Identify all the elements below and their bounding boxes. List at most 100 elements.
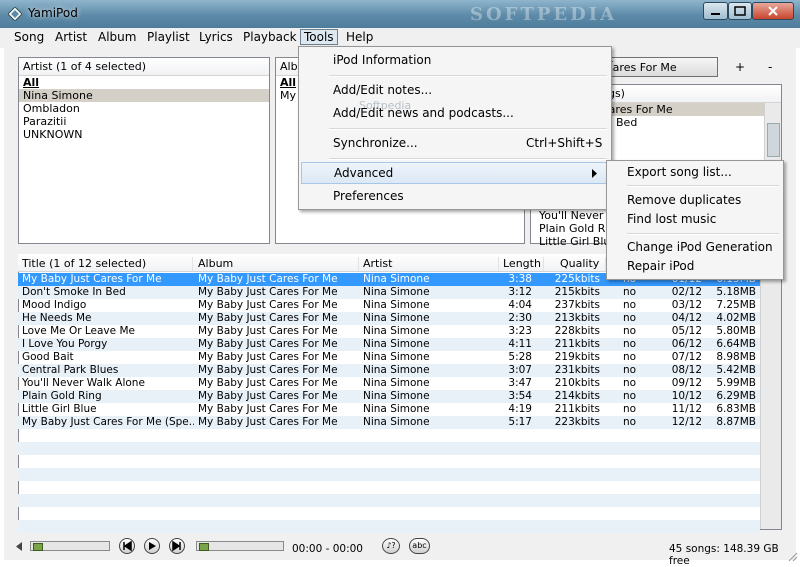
menu-playlist[interactable]: Playlist (147, 30, 190, 44)
resize-grip-icon (788, 552, 798, 562)
scroll-thumb[interactable] (767, 123, 780, 157)
cell-track: 12/12 (671, 416, 702, 428)
col-artist[interactable]: Artist (363, 257, 499, 271)
table-row[interactable]: My Baby Just Cares For Me (Spe... My Baby… (18, 416, 760, 429)
menu-separator (627, 233, 779, 235)
cell-track: 11/12 (671, 403, 702, 415)
synchronize-shortcut: Ctrl+Shift+S (526, 136, 603, 150)
artist-panel-header[interactable]: Artist (1 of 4 selected) (19, 58, 269, 76)
cell-title: Central Park Blues (22, 364, 119, 376)
table-row[interactable]: Love Me Or Leave Me My Baby Just Cares Fo… (18, 325, 760, 338)
cell-quality: 213kbits (554, 312, 600, 324)
menu-item-add-edit-news[interactable]: Add/Edit news and podcasts... (299, 102, 611, 124)
menu-item-preferences[interactable]: Preferences (299, 185, 611, 207)
col-title[interactable]: Title (1 of 12 selected) (22, 257, 193, 271)
table-row[interactable]: Central Park Blues My Baby Just Cares For… (18, 364, 760, 377)
col-length[interactable]: Length (503, 257, 544, 271)
playlist-combo[interactable]: Cares For Me (598, 57, 718, 77)
cell-flag: no (623, 299, 637, 311)
menu-item-find-lost-music[interactable]: Find lost music (607, 208, 783, 230)
cell-length: 5:28 (508, 351, 532, 363)
cell-flag: no (623, 390, 637, 402)
artist-item[interactable]: Ombladon (19, 102, 269, 115)
table-row[interactable]: He Needs Me My Baby Just Cares For Me Nina… (18, 312, 760, 325)
cell-title: You'll Never Walk Alone (22, 377, 145, 389)
menu-item-ipod-information[interactable]: iPod Information (299, 49, 611, 71)
table-row[interactable]: Don't Smoke In Bed My Baby Just Cares For… (18, 286, 760, 299)
cell-title: Love Me Or Leave Me (22, 325, 135, 337)
row-stripe (18, 468, 760, 481)
cell-artist: Nina Simone (363, 403, 430, 415)
cell-title: I Love You Porgy (22, 338, 108, 350)
play-button[interactable] (144, 538, 160, 554)
maximize-button[interactable] (728, 2, 752, 20)
songs-scrollbar[interactable] (760, 255, 781, 529)
minimize-button[interactable] (703, 2, 728, 20)
menu-artist[interactable]: Artist (55, 30, 87, 44)
cell-flag: no (623, 364, 637, 376)
previous-button[interactable] (119, 538, 135, 554)
next-button[interactable] (169, 538, 185, 554)
window-title: YamiPod (28, 6, 78, 20)
cell-size: 8.98MB (716, 351, 756, 363)
add-playlist-button[interactable]: + (735, 60, 745, 74)
minimize-icon (711, 13, 720, 15)
cell-quality: 211kbits (554, 403, 600, 415)
menu-playback[interactable]: Playback (243, 30, 297, 44)
menu-item-export-song-list[interactable]: Export song list... (607, 161, 783, 183)
cell-size: 4.02MB (716, 312, 756, 324)
slider-thumb[interactable] (33, 543, 43, 551)
cell-album: My Baby Just Cares For Me (198, 286, 338, 298)
menu-separator (329, 128, 607, 130)
cell-album: My Baby Just Cares For Me (198, 338, 338, 350)
abc-button[interactable]: abc (409, 538, 430, 554)
table-row[interactable]: Mood Indigo My Baby Just Cares For Me Nina… (18, 299, 760, 312)
table-row[interactable]: Little Girl Blue My Baby Just Cares For M… (18, 403, 760, 416)
cell-flag: no (623, 403, 637, 415)
menu-tools[interactable]: Tools (300, 29, 338, 45)
cell-flag: no (623, 325, 637, 337)
cell-album: My Baby Just Cares For Me (198, 325, 338, 337)
artist-item[interactable]: Parazitii (19, 115, 269, 128)
menu-lyrics[interactable]: Lyrics (199, 30, 233, 44)
cell-size: 5.99MB (716, 377, 756, 389)
cell-flag: no (623, 416, 637, 428)
menu-help[interactable]: Help (346, 30, 373, 44)
col-quality[interactable]: Quality (560, 257, 606, 271)
menu-album[interactable]: Album (98, 30, 136, 44)
table-row[interactable]: You'll Never Walk Alone My Baby Just Care… (18, 377, 760, 390)
col-album[interactable]: Album (198, 257, 359, 271)
artist-item[interactable]: UNKNOWN (19, 128, 269, 141)
cell-length: 2:30 (508, 312, 532, 324)
menu-item-repair-ipod[interactable]: Repair iPod (607, 255, 783, 277)
cell-track: 03/12 (671, 299, 702, 311)
artist-item[interactable]: Nina Simone (19, 89, 269, 102)
menu-item-add-edit-notes[interactable]: Add/Edit notes... (299, 79, 611, 101)
cell-flag: no (623, 286, 637, 298)
cell-length: 3:38 (508, 273, 532, 285)
cell-artist: Nina Simone (363, 312, 430, 324)
cell-title: Little Girl Blue (22, 403, 97, 415)
cell-flag: no (623, 377, 637, 389)
close-button[interactable] (752, 2, 794, 20)
seek-slider[interactable] (196, 541, 284, 551)
lyrics-button[interactable]: ♪? (382, 538, 400, 554)
cell-length: 3:12 (508, 286, 532, 298)
cell-length: 4:11 (508, 338, 532, 350)
cell-artist: Nina Simone (363, 299, 430, 311)
table-row[interactable]: Plain Gold Ring My Baby Just Cares For Me… (18, 390, 760, 403)
remove-playlist-button[interactable]: - (768, 60, 772, 74)
menu-song[interactable]: Song (14, 30, 44, 44)
table-row[interactable]: Good Bait My Baby Just Cares For Me Nina S… (18, 351, 760, 364)
cell-size: 6.83MB (716, 403, 756, 415)
artist-panel: Artist (1 of 4 selected) All Nina Simone… (18, 57, 270, 244)
menu-item-advanced[interactable]: Advanced (301, 162, 609, 184)
volume-slider[interactable] (30, 541, 110, 551)
cell-size: 5.18MB (716, 286, 756, 298)
menu-separator (329, 75, 607, 77)
table-row[interactable]: I Love You Porgy My Baby Just Cares For M… (18, 338, 760, 351)
menu-item-synchronize[interactable]: Synchronize... Ctrl+Shift+S (299, 132, 611, 154)
slider-thumb[interactable] (199, 543, 209, 551)
artist-item-all[interactable]: All (19, 76, 269, 89)
cell-quality: 223kbits (554, 416, 600, 428)
